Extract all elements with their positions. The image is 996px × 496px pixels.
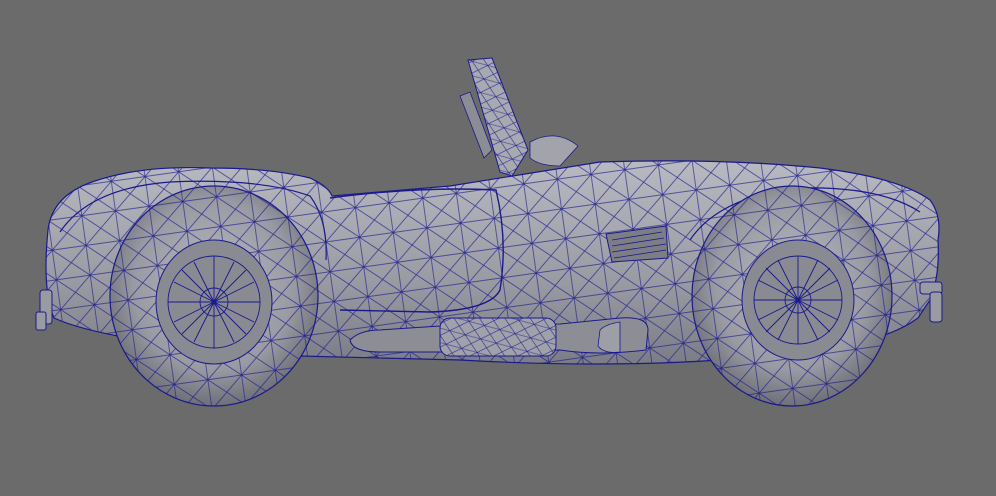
car-model-wireframe[interactable] [0,0,996,496]
front-wheel-spokes [753,255,843,345]
front-wheel[interactable] [691,185,893,407]
windshield[interactable] [459,57,579,177]
rear-bumper [35,289,53,331]
3d-viewport[interactable] [0,0,996,496]
rear-wheel[interactable] [109,185,319,407]
